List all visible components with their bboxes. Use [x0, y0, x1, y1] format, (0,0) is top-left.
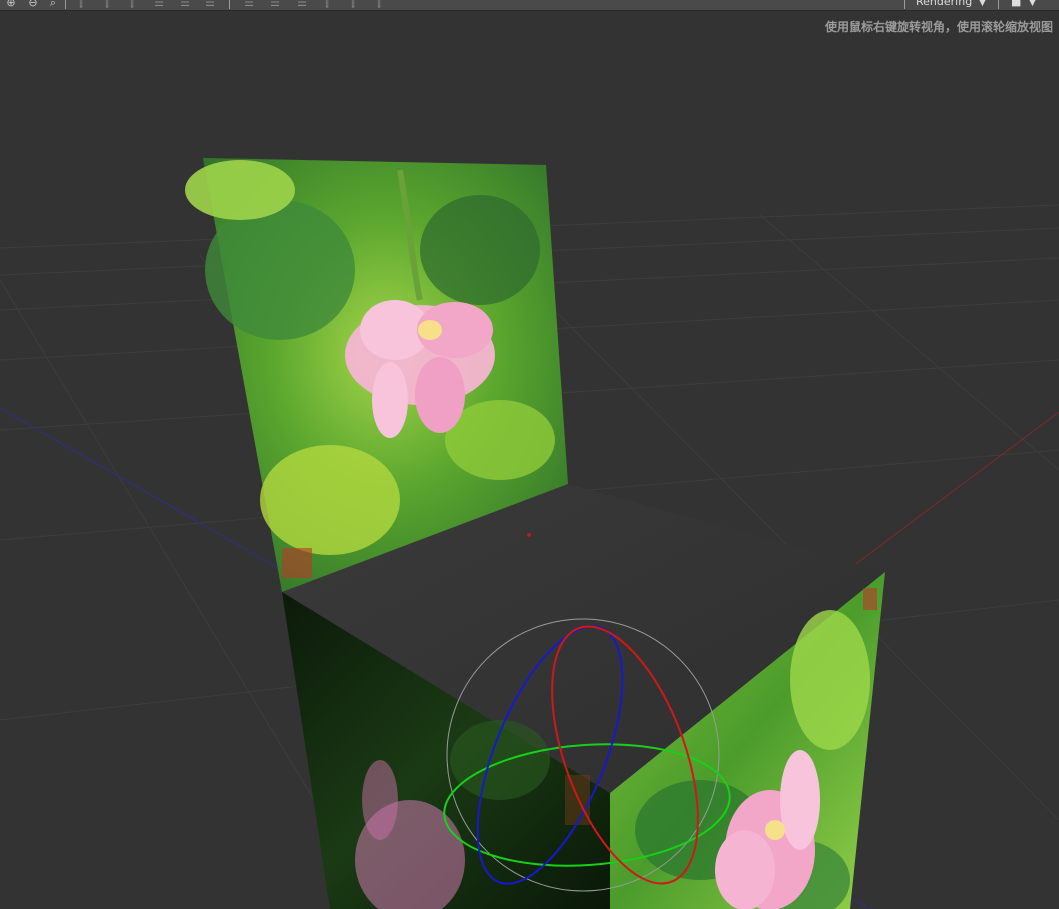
align-center-h-icon[interactable]: ⫿: [100, 0, 114, 10]
distribute-middle-icon[interactable]: ☰: [268, 0, 282, 10]
render-mode-select[interactable]: Rendering ▼: [909, 0, 991, 9]
align-right-icon[interactable]: ⫿: [125, 0, 139, 10]
distribute-right-icon[interactable]: ⫿: [372, 0, 386, 10]
distribute-bottom-icon[interactable]: ☰: [295, 0, 309, 10]
toolbar-separator: [998, 0, 999, 9]
distribute-top-icon[interactable]: ☰: [242, 0, 256, 10]
chevron-down-icon: ▼: [979, 0, 986, 8]
distribute-left-icon[interactable]: ⫿: [320, 0, 334, 10]
chevron-down-icon: ▼: [1029, 0, 1036, 8]
align-bottom-icon[interactable]: ☰: [203, 0, 217, 10]
align-top-icon[interactable]: ☰: [152, 0, 166, 10]
zoom-in-icon[interactable]: ⊕: [4, 0, 18, 10]
zoom-fit-icon[interactable]: ⌕: [46, 0, 60, 10]
distribute-center-icon[interactable]: ⫿: [346, 0, 360, 10]
render-mode-value: Rendering: [916, 0, 973, 8]
toolbar-separator: [229, 0, 230, 9]
pivot-point-marker: [527, 533, 531, 537]
camera-menu-button[interactable]: ■ ▼: [1007, 0, 1043, 9]
align-middle-v-icon[interactable]: ☰: [178, 0, 192, 10]
toolbar: ⊕ ⊖ ⌕ ⫿ ⫿ ⫿ ☰ ☰ ☰ ☰ ☰ ☰ ⫿ ⫿ ⫿ Rendering ▼ ■ ▼: [0, 0, 1059, 11]
toolbar-separator: [904, 0, 905, 9]
toolbar-separator: [65, 0, 66, 9]
align-left-icon[interactable]: ⫿: [74, 0, 88, 10]
3d-viewport[interactable]: [0, 11, 1059, 909]
camera-icon: ■: [1011, 0, 1022, 8]
zoom-out-icon[interactable]: ⊖: [26, 0, 40, 10]
